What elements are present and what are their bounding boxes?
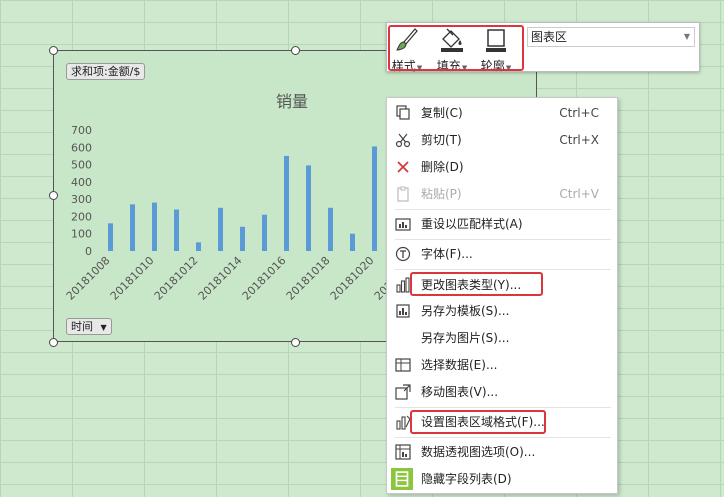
- menu-item-label: 移动图表(V)...: [421, 385, 499, 399]
- menu-separator: [395, 209, 611, 210]
- x-tick-label-3: 20181014: [196, 254, 245, 303]
- menu-item-move-chart[interactable]: 移动图表(V)...: [387, 379, 617, 405]
- y-tick-label-1: 100: [71, 228, 92, 241]
- format-chart-area-highlight-box: [410, 410, 546, 434]
- move-chart-icon: [395, 384, 411, 400]
- menu-item-label: 剪切(T): [421, 133, 462, 147]
- x-tick-label-5: 20181018: [284, 254, 333, 303]
- menu-item-label: 字体(F)...: [421, 247, 473, 261]
- chart-element-select[interactable]: 图表区 ▼: [527, 27, 695, 47]
- bar-20181018[interactable]: [328, 207, 333, 251]
- bar-20181010[interactable]: [152, 202, 157, 251]
- menu-item-save-as-template[interactable]: 另存为模板(S)...: [387, 298, 617, 324]
- bar-20181008[interactable]: [108, 223, 113, 251]
- resize-handle-bottom-left[interactable]: [49, 338, 58, 347]
- menu-item-label: 复制(C): [421, 106, 463, 120]
- menu-item-shortcut: Ctrl+C: [559, 106, 599, 120]
- pivot-value-field-button[interactable]: 求和项:金额/$: [66, 63, 146, 80]
- menu-item-copy[interactable]: 复制(C) Ctrl+C: [387, 100, 617, 126]
- menu-item-reset-style[interactable]: 重设以匹配样式(A): [387, 211, 617, 237]
- y-tick-label-4: 400: [71, 176, 92, 189]
- template-icon: [396, 304, 410, 318]
- x-tick-label-1: 20181010: [108, 254, 157, 303]
- y-tick-label-3: 300: [71, 193, 92, 206]
- menu-separator: [395, 407, 611, 408]
- format-chart-area-icon: [396, 415, 411, 430]
- menu-item-label: 选择数据(E)...: [421, 358, 498, 372]
- menu-item-font[interactable]: 字体(F)...: [387, 241, 617, 267]
- x-tick-label-6: 20181020: [328, 254, 377, 303]
- bar-chart-icon: [396, 277, 410, 293]
- menu-item-shortcut: Ctrl+V: [559, 187, 599, 201]
- y-tick-label-5: 500: [71, 159, 92, 172]
- select-data-icon: [395, 358, 411, 372]
- menu-item-cut[interactable]: 剪切(T) Ctrl+X: [387, 127, 617, 153]
- bar-20181014[interactable]: [240, 226, 245, 251]
- x-tick-label-2: 20181012: [152, 254, 201, 303]
- y-tick-label-2: 200: [71, 210, 92, 223]
- bar-chart-plot: 0100200300400500600700201810082018101020…: [64, 124, 443, 303]
- menu-item-delete[interactable]: 删除(D): [387, 154, 617, 180]
- bar-20181012[interactable]: [196, 242, 201, 251]
- menu-item-pivot-chart-options[interactable]: 数据透视图选项(O)...: [387, 439, 617, 465]
- pivot-options-icon: [395, 444, 411, 460]
- scissors-icon: [395, 133, 411, 148]
- y-tick-label-7: 700: [71, 124, 92, 137]
- menu-separator: [395, 437, 611, 438]
- y-tick-label-6: 600: [71, 141, 92, 154]
- bar-20181019[interactable]: [350, 233, 355, 251]
- field-list-icon: [391, 468, 413, 490]
- chart-title: 销量: [276, 92, 309, 111]
- menu-item-label: 粘贴(P): [421, 187, 462, 201]
- delete-x-icon: [397, 161, 409, 173]
- bar-20181013[interactable]: [218, 207, 223, 251]
- resize-handle-top-left[interactable]: [49, 46, 58, 55]
- bar-20181020[interactable]: [372, 146, 377, 251]
- menu-separator: [395, 269, 611, 270]
- menu-separator: [395, 239, 611, 240]
- resize-handle-left-middle[interactable]: [49, 191, 58, 200]
- menu-item-label: 删除(D): [421, 160, 464, 174]
- menu-item-label: 另存为图片(S)...: [421, 331, 510, 345]
- bar-20181009[interactable]: [130, 204, 135, 251]
- menu-item-label: 另存为模板(S)...: [421, 304, 510, 318]
- pivot-value-field-label: 求和项:金额/$: [71, 65, 141, 78]
- y-tick-label-0: 0: [85, 245, 92, 258]
- menu-item-save-as-image[interactable]: 另存为图片(S)...: [387, 325, 617, 351]
- x-tick-label-4: 20181016: [240, 254, 289, 303]
- menu-item-hide-field-list[interactable]: 隐藏字段列表(D): [387, 466, 617, 492]
- menu-item-label: 数据透视图选项(O)...: [421, 445, 536, 459]
- bar-20181017[interactable]: [306, 165, 311, 251]
- clipboard-icon: [397, 186, 409, 202]
- bar-20181015[interactable]: [262, 214, 267, 251]
- resize-handle-top-middle[interactable]: [291, 46, 300, 55]
- change-chart-type-highlight-box: [410, 272, 543, 296]
- menu-item-label: 重设以匹配样式(A): [421, 217, 523, 231]
- copy-icon: [396, 105, 410, 120]
- chevron-down-icon: ▼: [683, 32, 690, 41]
- bar-20181011[interactable]: [174, 209, 179, 251]
- menu-item-shortcut: Ctrl+X: [559, 133, 599, 147]
- menu-item-select-data[interactable]: 选择数据(E)...: [387, 352, 617, 378]
- bar-20181016[interactable]: [284, 155, 289, 251]
- x-tick-label-0: 20181008: [64, 254, 113, 303]
- font-icon: [395, 246, 411, 262]
- menu-item-paste[interactable]: 粘贴(P) Ctrl+V: [387, 181, 617, 207]
- reset-style-icon: [395, 218, 411, 231]
- chart-element-select-value: 图表区: [531, 30, 568, 44]
- menu-item-label: 隐藏字段列表(D): [421, 472, 512, 486]
- toolbar-highlight-box: [388, 25, 524, 71]
